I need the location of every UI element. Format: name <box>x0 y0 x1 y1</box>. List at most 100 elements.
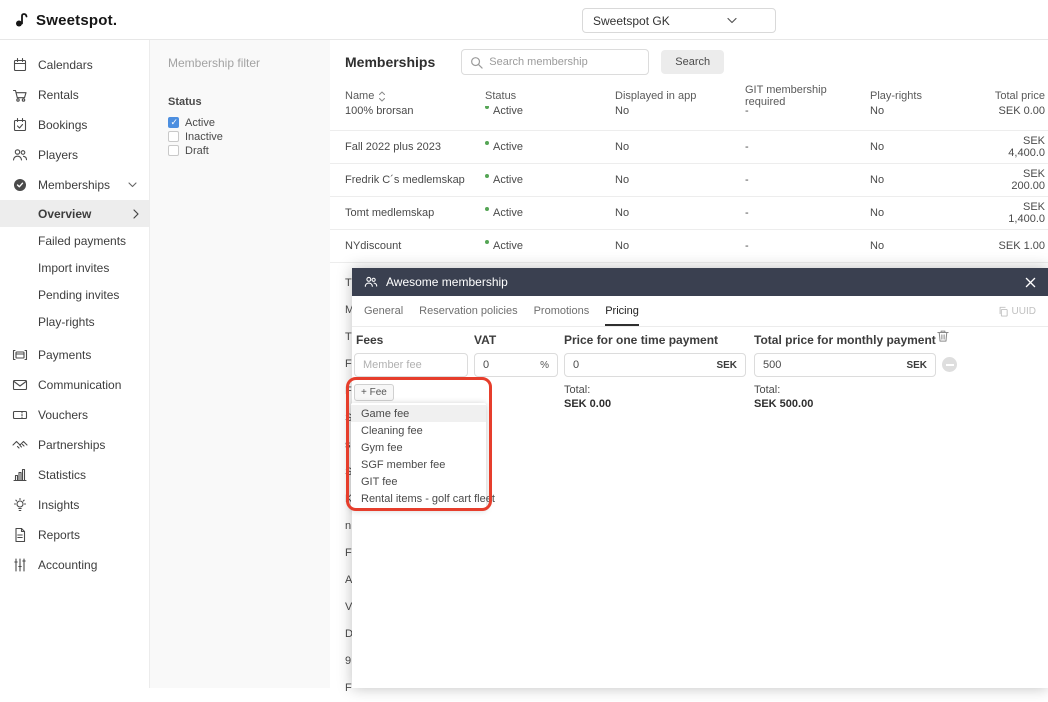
sidebar-item-reports[interactable]: Reports <box>0 520 149 550</box>
tab-promotions[interactable]: Promotions <box>534 296 590 326</box>
cell-total-price: SEK 4,400.0 <box>990 135 1045 159</box>
cell-git-required: - <box>745 106 870 117</box>
fee-option-game-fee[interactable]: Game fee <box>351 405 486 422</box>
delete-fee-button[interactable] <box>936 329 950 343</box>
fee-option-sgf-member-fee[interactable]: SGF member fee <box>351 456 486 473</box>
sidebar-subitem-label: Play-rights <box>38 315 95 329</box>
sidebar-item-label: Payments <box>38 348 91 362</box>
cell-git-required: - <box>745 240 870 252</box>
chevron-down-icon <box>128 182 137 188</box>
table-row[interactable]: NYdiscount Active No - No SEK 1.00 <box>330 230 1048 263</box>
sidebar-item-label: Bookings <box>38 118 87 132</box>
sidebar-item-payments[interactable]: Payments <box>0 340 149 370</box>
cell-displayed-in-app: No <box>615 141 745 153</box>
checkbox-icon[interactable] <box>168 145 179 156</box>
status-option-draft[interactable]: Draft <box>168 144 312 157</box>
fee-option-git-fee[interactable]: GIT fee <box>351 473 486 490</box>
fee-name-input[interactable] <box>363 359 459 371</box>
vat-input[interactable] <box>483 359 534 371</box>
checkbox-label: Inactive <box>185 131 223 143</box>
column-header-name[interactable]: Name <box>345 90 485 102</box>
sidebar-item-players[interactable]: Players <box>0 140 149 170</box>
fee-name-field[interactable] <box>354 353 468 377</box>
credit-card-icon <box>12 347 28 363</box>
vat-field[interactable]: % <box>474 353 558 377</box>
envelope-icon <box>12 377 28 393</box>
checkbox-checked-icon[interactable] <box>168 117 179 128</box>
tab-general[interactable]: General <box>364 296 403 326</box>
close-icon <box>1025 277 1036 288</box>
one-time-price-field[interactable]: SEK <box>564 353 746 377</box>
checkbox-icon[interactable] <box>168 131 179 142</box>
sidebar-subitem-label: Failed payments <box>38 234 126 248</box>
currency-suffix: SEK <box>716 360 737 371</box>
one-time-total-label: Total: <box>564 384 590 396</box>
sidebar-item-statistics[interactable]: Statistics <box>0 460 149 490</box>
column-header-play-rights: Play-rights <box>870 90 990 102</box>
sidebar-subitem-import-invites[interactable]: Import invites <box>0 254 149 281</box>
sidebar-item-label: Vouchers <box>38 408 88 422</box>
fee-option-cleaning-fee[interactable]: Cleaning fee <box>351 422 486 439</box>
sidebar-item-bookings[interactable]: Bookings <box>0 110 149 140</box>
calendar-check-icon <box>12 117 28 133</box>
checkbox-label: Draft <box>185 145 209 157</box>
column-header-displayed-in-app: Displayed in app <box>615 90 745 102</box>
badge-check-icon <box>12 177 28 193</box>
status-dot <box>485 207 489 211</box>
sliders-icon <box>12 557 28 573</box>
cell-name: Fredrik C´s medlemskap <box>345 174 485 186</box>
club-selector[interactable]: Sweetspot GK <box>582 8 776 33</box>
sidebar-subitem-label: Pending invites <box>38 288 119 302</box>
cell-displayed-in-app: No <box>615 174 745 186</box>
tab-pricing[interactable]: Pricing <box>605 296 639 326</box>
search-box[interactable] <box>461 49 649 75</box>
fee-option-rental-items[interactable]: Rental items - golf cart fleet <box>351 490 486 507</box>
close-button[interactable] <box>1025 277 1036 288</box>
remove-row-button-disabled[interactable] <box>942 357 957 372</box>
one-time-price-input[interactable] <box>573 359 710 371</box>
sidebar-item-accounting[interactable]: Accounting <box>0 550 149 580</box>
search-button[interactable]: Search <box>661 50 724 74</box>
fees-column-label: Fees <box>356 333 383 347</box>
tab-reservation-policies[interactable]: Reservation policies <box>419 296 517 326</box>
column-header-git-required: GIT membership required <box>745 84 870 108</box>
vat-column-label: VAT <box>474 333 496 347</box>
search-input[interactable] <box>489 56 640 68</box>
table-row[interactable]: Tomt medlemskap Active No - No SEK 1,400… <box>330 197 1048 230</box>
sidebar-item-rentals[interactable]: Rentals <box>0 80 149 110</box>
sidebar-item-vouchers[interactable]: Vouchers <box>0 400 149 430</box>
monthly-total-label: Total: <box>754 384 780 396</box>
sidebar-item-insights[interactable]: Insights <box>0 490 149 520</box>
cell-play-rights: No <box>870 240 990 252</box>
table-row[interactable]: 100% brorsan Active No - No SEK 0.00 <box>330 106 1048 131</box>
status-filter-label: Status <box>168 96 312 108</box>
sidebar-item-label: Calendars <box>38 58 93 72</box>
monthly-price-field[interactable]: SEK <box>754 353 936 377</box>
sidebar-item-communication[interactable]: Communication <box>0 370 149 400</box>
add-fee-button[interactable]: + Fee <box>354 384 394 401</box>
table-row[interactable]: Fall 2022 plus 2023 Active No - No SEK 4… <box>330 131 1048 164</box>
sidebar-item-calendars[interactable]: Calendars <box>0 50 149 80</box>
cell-git-required: - <box>745 207 870 219</box>
copy-icon <box>998 306 1008 317</box>
sidebar-item-label: Reports <box>38 528 80 542</box>
cell-name: 100% brorsan <box>345 106 485 117</box>
sidebar-item-memberships[interactable]: Memberships <box>0 170 149 200</box>
users-icon <box>364 275 378 289</box>
pricing-tab-content: Fees VAT Price for one time payment Tota… <box>352 327 1048 688</box>
modal-tabs: General Reservation policies Promotions … <box>352 296 1048 327</box>
users-icon <box>12 147 28 163</box>
sidebar-subitem-play-rights[interactable]: Play-rights <box>0 308 149 335</box>
monthly-price-input[interactable] <box>763 359 900 371</box>
sidebar-subitem-pending-invites[interactable]: Pending invites <box>0 281 149 308</box>
fee-option-gym-fee[interactable]: Gym fee <box>351 439 486 456</box>
sidebar-item-label: Memberships <box>38 178 110 192</box>
table-row[interactable]: Fredrik C´s medlemskap Active No - No SE… <box>330 164 1048 197</box>
sidebar-item-partnerships[interactable]: Partnerships <box>0 430 149 460</box>
status-option-inactive[interactable]: Inactive <box>168 130 312 143</box>
sidebar-subitem-failed-payments[interactable]: Failed payments <box>0 227 149 254</box>
status-option-active[interactable]: Active <box>168 116 312 129</box>
sidebar-item-label: Insights <box>38 498 79 512</box>
sidebar-subitem-overview[interactable]: Overview <box>0 200 149 227</box>
uuid-button[interactable]: UUID <box>998 306 1036 317</box>
